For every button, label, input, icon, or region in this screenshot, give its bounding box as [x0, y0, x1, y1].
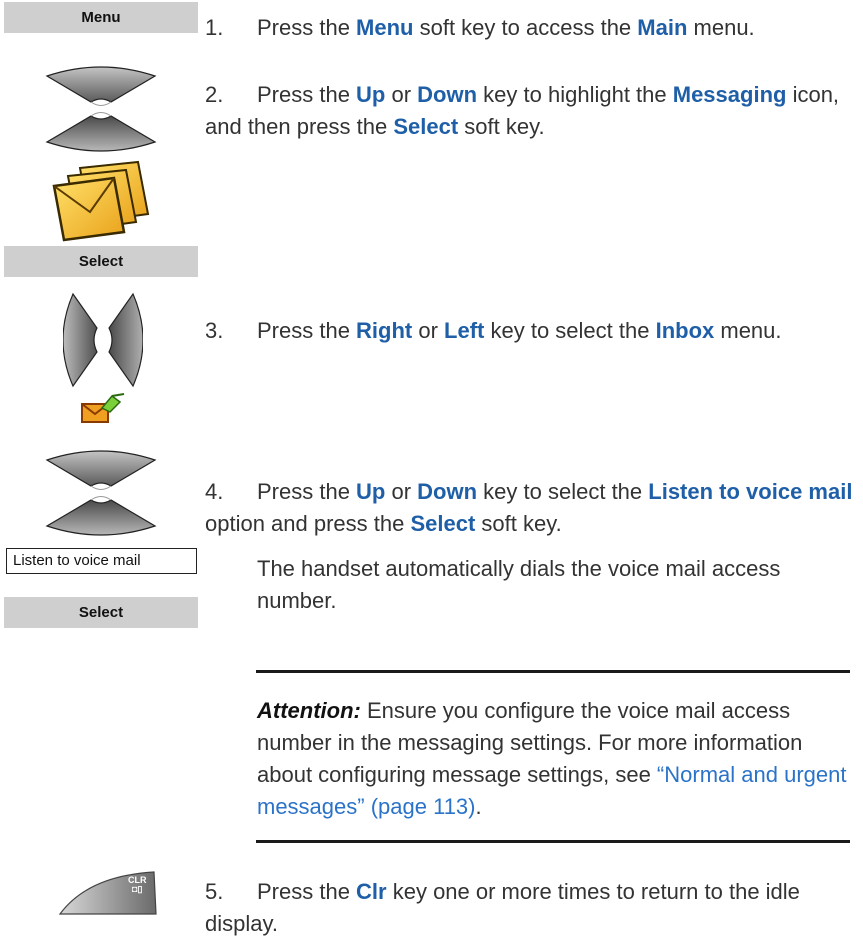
step-3: 3. Press the Right or Left key to select …	[205, 315, 855, 347]
step-1: 1. Press the Menu soft key to access the …	[205, 12, 855, 44]
text-run: soft key.	[475, 511, 562, 536]
step-4-note: The handset automatically dials the voic…	[257, 556, 781, 613]
listen-to-voice-mail-option[interactable]: Listen to voice mail	[6, 548, 197, 574]
messaging-icon	[52, 160, 150, 242]
step-4: 4. Press the Up or Down key to select the…	[205, 476, 855, 540]
attention-note: Attention: Ensure you configure the voic…	[257, 695, 847, 823]
step-number: 3.	[205, 318, 224, 343]
up-down-key-icon	[45, 66, 157, 152]
keyword: Clr	[356, 879, 387, 904]
keyword: Right	[356, 318, 413, 343]
attention-top-rule	[256, 670, 850, 673]
keyword: Inbox	[655, 318, 715, 343]
text-run: menu.	[687, 15, 755, 40]
text-run: Press the	[257, 879, 357, 904]
select-softkey-2[interactable]: Select	[4, 597, 198, 628]
text-run: menu.	[714, 318, 782, 343]
keyword: Up	[356, 82, 386, 107]
inbox-icon	[81, 393, 125, 423]
keyword: Down	[417, 479, 478, 504]
text-run: option and press the	[205, 511, 411, 536]
text-run: or	[412, 318, 445, 343]
step-text: Press the Right or Left key to select th…	[257, 318, 782, 343]
text-run: or	[385, 479, 418, 504]
keyword: Listen to voice mail	[648, 479, 853, 504]
keyword: Menu	[356, 15, 414, 40]
keyword: Main	[637, 15, 688, 40]
select-softkey[interactable]: Select	[4, 246, 198, 277]
step-text: Press the Clr key one or more times to r…	[205, 879, 800, 936]
attention-label: Attention:	[257, 698, 361, 723]
keyword: Up	[356, 479, 386, 504]
text-run: or	[385, 82, 418, 107]
step-number: 5.	[205, 879, 224, 904]
clr-key-label: CLR ◘▯	[128, 875, 147, 894]
keyword: Select	[410, 511, 476, 536]
keyword: Left	[444, 318, 485, 343]
step-text: Press the Up or Down key to highlight th…	[205, 82, 839, 139]
keyword: Messaging	[672, 82, 787, 107]
text-run: soft key.	[458, 114, 545, 139]
step-text: Press the Menu soft key to access the Ma…	[257, 15, 755, 40]
text-run: Press the	[257, 318, 357, 343]
step-number: 4.	[205, 479, 224, 504]
text-run: Press the	[257, 82, 357, 107]
left-right-key-icon	[63, 292, 143, 388]
step-2: 2. Press the Up or Down key to highlight …	[205, 79, 855, 143]
step-number: 1.	[205, 15, 224, 40]
text-run: Press the	[257, 15, 357, 40]
step-text: Press the Up or Down key to select the L…	[205, 479, 852, 536]
keyword: Select	[393, 114, 459, 139]
keyword: Down	[417, 82, 478, 107]
clr-key[interactable]: CLR ◘▯	[58, 868, 158, 916]
text-run: soft key to access the	[413, 15, 638, 40]
text-run: key to select the	[477, 479, 649, 504]
text-run: key to select the	[484, 318, 656, 343]
menu-softkey[interactable]: Menu	[4, 2, 198, 33]
attention-bottom-rule	[256, 840, 850, 843]
text-run: key to highlight the	[477, 82, 673, 107]
up-down-key-icon-2	[45, 450, 157, 536]
step-number: 2.	[205, 82, 224, 107]
text-run: Press the	[257, 479, 357, 504]
attention-end: .	[475, 794, 482, 819]
step-5: 5. Press the Clr key one or more times to…	[205, 876, 855, 940]
